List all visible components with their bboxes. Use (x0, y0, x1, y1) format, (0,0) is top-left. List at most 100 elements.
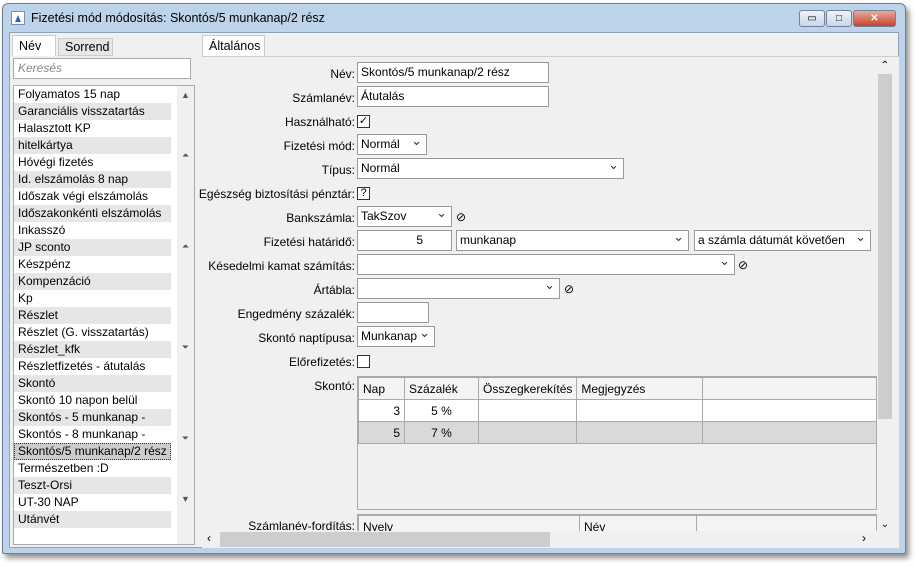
list-item[interactable]: Készpénz (14, 256, 171, 273)
list-item[interactable]: Részlet_kfk (14, 341, 171, 358)
page-down-icon[interactable]: ⏷ (177, 433, 194, 444)
scroll-up-icon[interactable]: ⌃ (877, 60, 893, 71)
col-nap[interactable]: Nap (358, 377, 405, 400)
list-item[interactable]: Részlet (G. visszatartás) (14, 324, 171, 341)
hasznalhato-checkbox[interactable]: ✓ (357, 115, 370, 128)
app-icon (11, 11, 25, 25)
nev-label: Név: (330, 67, 355, 81)
tab-sorrend[interactable]: Sorrend (58, 38, 113, 56)
list-item[interactable]: Időszak végi elszámolás (14, 188, 171, 205)
scroll-top-icon[interactable]: ⏶ (177, 241, 194, 252)
list-item[interactable]: Hóvégi fizetés (14, 154, 171, 171)
bankszamla-select[interactable]: TakSzov (357, 206, 452, 227)
cell[interactable] (702, 399, 876, 422)
hatarido-number-input[interactable]: 5 (357, 230, 452, 251)
window-title: Fizetési mód módosítás: Skontós/5 munkan… (31, 11, 325, 25)
hatarido-label: Fizetési határidő: (263, 235, 355, 249)
elorefizetes-label: Előrefizetés: (288, 355, 355, 369)
tipus-select[interactable]: Normál (357, 158, 624, 179)
list-item[interactable]: Inkasszó (14, 222, 171, 239)
list-item[interactable]: Skontós - 5 munkanap - (14, 409, 171, 426)
cell-szazalek[interactable]: 5 % (404, 399, 479, 422)
list-item[interactable]: Természetben :D (14, 460, 171, 477)
engedmeny-input[interactable] (357, 302, 429, 323)
list-item[interactable]: Részletfizetés - átutalás (14, 358, 171, 375)
list-item[interactable]: Időszakonkénti elszámolás (14, 205, 171, 222)
table-row[interactable]: 57 % (358, 421, 876, 444)
col-megjegyzes[interactable]: Megjegyzés (576, 377, 704, 400)
list-item[interactable]: Skontós - 8 munkanap - (14, 426, 171, 443)
hatarido-ref-select[interactable]: a számla dátumát követően (694, 230, 871, 251)
list-item[interactable]: JP sconto (14, 239, 171, 256)
title-bar[interactable]: Fizetési mód módosítás: Skontós/5 munkan… (3, 4, 905, 32)
attachment-icon[interactable]: ⊘ (564, 282, 574, 296)
kesedelmi-select[interactable] (357, 254, 735, 275)
scrollbar-thumb[interactable] (878, 74, 892, 419)
list-item[interactable]: Folyamatos 15 nap (14, 86, 171, 103)
szamlanev-input[interactable]: Átutalás (357, 86, 549, 107)
cell[interactable] (477, 421, 578, 444)
engedmeny-label: Engedmény százalék: (237, 307, 355, 321)
scrollbar-thumb[interactable] (220, 532, 550, 547)
list-item[interactable]: UT-30 NAP (14, 494, 171, 511)
list-item[interactable]: Kompenzáció (14, 273, 171, 290)
cell-nap[interactable]: 3 (358, 399, 405, 422)
list-item[interactable]: Garanciális visszatartás (14, 103, 171, 120)
page-up-icon[interactable]: ⏶ (177, 150, 194, 161)
cell[interactable] (576, 421, 704, 444)
list-item[interactable]: Teszt-Orsi (14, 477, 171, 494)
nev-input[interactable]: Skontós/5 munkanap/2 rész (357, 62, 549, 83)
table-row[interactable]: 35 % (358, 399, 876, 422)
general-form: Név: Skontós/5 munkanap/2 rész Számlanév… (199, 56, 899, 548)
tipus-label: Típus: (321, 163, 355, 177)
list-item[interactable]: Skontó 10 napon belül (14, 392, 171, 409)
hatarido-unit-select[interactable]: munkanap (456, 230, 689, 251)
list-item[interactable]: hitelkártya (14, 137, 171, 154)
scroll-bottom-icon[interactable]: ⏷ (177, 342, 194, 353)
attachment-icon[interactable]: ⊘ (738, 258, 748, 272)
scroll-up-icon[interactable]: ▲ (177, 90, 194, 100)
cell[interactable] (477, 399, 578, 422)
egeszseg-checkbox[interactable]: ? (357, 187, 370, 200)
scroll-down-icon[interactable]: ⌄ (877, 519, 893, 530)
cell[interactable] (576, 399, 704, 422)
col-szazalek[interactable]: Százalék (404, 377, 479, 400)
cell-nap[interactable]: 5 (358, 421, 405, 444)
cell[interactable] (702, 421, 876, 444)
close-button[interactable]: ✕ (853, 10, 896, 27)
maximize-button[interactable]: □ (826, 10, 852, 27)
details-panel: Általános Név: Skontós/5 munkanap/2 rész… (199, 33, 899, 548)
list-item[interactable]: Részlet (14, 307, 171, 324)
skonto-table: Nap Százalék Összegkerekítés Megjegyzés 35 … (357, 376, 877, 510)
col-nev[interactable]: Név (579, 515, 697, 531)
artabla-select[interactable] (357, 278, 560, 299)
list-scrollbar[interactable]: ▲ ⏶ ⏶ ⏷ ⏷ ▼ (177, 86, 194, 544)
scroll-right-icon[interactable]: › (862, 531, 866, 545)
naptipus-select[interactable]: Munkanap (357, 326, 435, 347)
fizmod-label: Fizetési mód: (283, 139, 355, 153)
list-item[interactable]: Skontó (14, 375, 171, 392)
attachment-icon[interactable]: ⊘ (456, 210, 466, 224)
list-item[interactable]: Id. elszámolás 8 nap (14, 171, 171, 188)
artabla-label: Ártábla: (313, 283, 355, 297)
cell-szazalek[interactable]: 7 % (404, 421, 479, 444)
col-osszegkerekites[interactable]: Összegkerekítés (477, 377, 578, 400)
minimize-button[interactable]: ▭ (799, 10, 825, 27)
tab-nev[interactable]: Név (12, 35, 56, 56)
dialog-window: Fizetési mód módosítás: Skontós/5 munkan… (2, 3, 906, 554)
tab-altalanos[interactable]: Általános (202, 35, 265, 56)
search-input[interactable]: Keresés (13, 58, 191, 79)
col-nyelv[interactable]: Nyelv (358, 515, 580, 531)
scroll-down-icon[interactable]: ▼ (177, 494, 194, 504)
list-item[interactable]: Skontós/5 munkanap/2 rész (14, 443, 171, 460)
scroll-left-icon[interactable]: ‹ (207, 531, 211, 545)
vertical-scrollbar[interactable]: ⌃ ⌄ (877, 60, 893, 530)
fizmod-select[interactable]: Normál (357, 134, 427, 155)
list-item[interactable]: Kp (14, 290, 171, 307)
skonto-label: Skontó: (314, 379, 355, 393)
elorefizetes-checkbox[interactable] (357, 355, 370, 368)
list-item[interactable]: Utánvét (14, 511, 171, 528)
client-area: Név Sorrend Keresés Folyamatos 15 nap Gar… (9, 32, 899, 548)
list-item[interactable]: Halasztott KP (14, 120, 171, 137)
horizontal-scrollbar[interactable]: ‹ › (202, 531, 877, 548)
